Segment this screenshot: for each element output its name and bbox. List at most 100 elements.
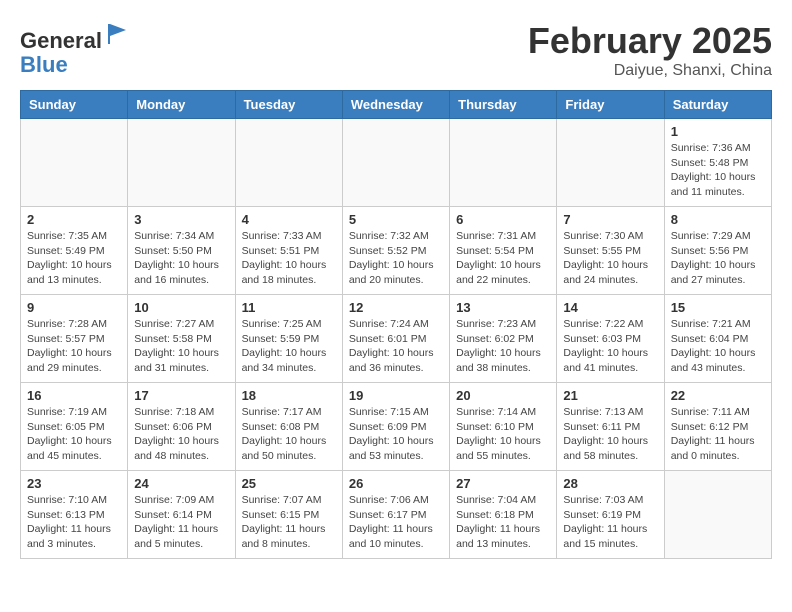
day-info: Sunrise: 7:31 AM Sunset: 5:54 PM Dayligh…	[456, 229, 550, 288]
day-number: 20	[456, 388, 550, 403]
day-number: 23	[27, 476, 121, 491]
calendar-cell	[450, 119, 557, 207]
day-info: Sunrise: 7:03 AM Sunset: 6:19 PM Dayligh…	[563, 493, 657, 552]
day-number: 22	[671, 388, 765, 403]
day-info: Sunrise: 7:11 AM Sunset: 6:12 PM Dayligh…	[671, 405, 765, 464]
day-info: Sunrise: 7:13 AM Sunset: 6:11 PM Dayligh…	[563, 405, 657, 464]
day-info: Sunrise: 7:36 AM Sunset: 5:48 PM Dayligh…	[671, 141, 765, 200]
day-info: Sunrise: 7:14 AM Sunset: 6:10 PM Dayligh…	[456, 405, 550, 464]
day-number: 21	[563, 388, 657, 403]
day-number: 16	[27, 388, 121, 403]
calendar-cell: 12 Sunrise: 7:24 AM Sunset: 6:01 PM Dayli…	[342, 295, 449, 383]
day-number: 8	[671, 212, 765, 227]
calendar-cell: 10 Sunrise: 7:27 AM Sunset: 5:58 PM Dayli…	[128, 295, 235, 383]
day-info: Sunrise: 7:23 AM Sunset: 6:02 PM Dayligh…	[456, 317, 550, 376]
day-number: 6	[456, 212, 550, 227]
day-info: Sunrise: 7:06 AM Sunset: 6:17 PM Dayligh…	[349, 493, 443, 552]
calendar-cell: 9 Sunrise: 7:28 AM Sunset: 5:57 PM Daylig…	[21, 295, 128, 383]
day-info: Sunrise: 7:15 AM Sunset: 6:09 PM Dayligh…	[349, 405, 443, 464]
day-info: Sunrise: 7:07 AM Sunset: 6:15 PM Dayligh…	[242, 493, 336, 552]
calendar-cell: 7Sunrise: 7:30 AM Sunset: 5:55 PM Daylig…	[557, 207, 664, 295]
day-info: Sunrise: 7:34 AM Sunset: 5:50 PM Dayligh…	[134, 229, 228, 288]
weekday-header-thursday: Thursday	[450, 91, 557, 119]
day-number: 10	[134, 300, 228, 315]
weekday-header-monday: Monday	[128, 91, 235, 119]
calendar-week-row: 9 Sunrise: 7:28 AM Sunset: 5:57 PM Daylig…	[21, 295, 772, 383]
day-info: Sunrise: 7:27 AM Sunset: 5:58 PM Dayligh…	[134, 317, 228, 376]
calendar-cell: 20 Sunrise: 7:14 AM Sunset: 6:10 PM Dayli…	[450, 383, 557, 471]
weekday-header-row: SundayMondayTuesdayWednesdayThursdayFrid…	[21, 91, 772, 119]
weekday-header-wednesday: Wednesday	[342, 91, 449, 119]
day-info: Sunrise: 7:04 AM Sunset: 6:18 PM Dayligh…	[456, 493, 550, 552]
calendar-cell: 11 Sunrise: 7:25 AM Sunset: 5:59 PM Dayli…	[235, 295, 342, 383]
calendar-cell: 5 Sunrise: 7:32 AM Sunset: 5:52 PM Daylig…	[342, 207, 449, 295]
calendar-cell	[235, 119, 342, 207]
title-block: February 2025 Daiyue, Shanxi, China	[528, 20, 772, 80]
calendar-cell	[128, 119, 235, 207]
day-number: 25	[242, 476, 336, 491]
logo-flag-icon	[104, 20, 132, 48]
day-number: 12	[349, 300, 443, 315]
day-number: 27	[456, 476, 550, 491]
logo: General Blue	[20, 20, 132, 77]
calendar-cell: 14 Sunrise: 7:22 AM Sunset: 6:03 PM Dayli…	[557, 295, 664, 383]
calendar-cell: 23Sunrise: 7:10 AM Sunset: 6:13 PM Dayli…	[21, 471, 128, 559]
day-number: 15	[671, 300, 765, 315]
day-number: 14	[563, 300, 657, 315]
calendar-week-row: 1 Sunrise: 7:36 AM Sunset: 5:48 PM Daylig…	[21, 119, 772, 207]
calendar-cell: 21 Sunrise: 7:13 AM Sunset: 6:11 PM Dayli…	[557, 383, 664, 471]
calendar-cell: 24Sunrise: 7:09 AM Sunset: 6:14 PM Dayli…	[128, 471, 235, 559]
day-number: 4	[242, 212, 336, 227]
calendar-cell: 22 Sunrise: 7:11 AM Sunset: 6:12 PM Dayli…	[664, 383, 771, 471]
day-number: 5	[349, 212, 443, 227]
calendar-cell	[664, 471, 771, 559]
day-number: 9	[27, 300, 121, 315]
day-info: Sunrise: 7:29 AM Sunset: 5:56 PM Dayligh…	[671, 229, 765, 288]
day-number: 1	[671, 124, 765, 139]
day-number: 19	[349, 388, 443, 403]
calendar-cell: 27 Sunrise: 7:04 AM Sunset: 6:18 PM Dayli…	[450, 471, 557, 559]
day-info: Sunrise: 7:18 AM Sunset: 6:06 PM Dayligh…	[134, 405, 228, 464]
calendar-cell: 18Sunrise: 7:17 AM Sunset: 6:08 PM Dayli…	[235, 383, 342, 471]
calendar-cell: 6 Sunrise: 7:31 AM Sunset: 5:54 PM Daylig…	[450, 207, 557, 295]
day-number: 28	[563, 476, 657, 491]
day-info: Sunrise: 7:35 AM Sunset: 5:49 PM Dayligh…	[27, 229, 121, 288]
calendar-cell: 4Sunrise: 7:33 AM Sunset: 5:51 PM Daylig…	[235, 207, 342, 295]
day-info: Sunrise: 7:22 AM Sunset: 6:03 PM Dayligh…	[563, 317, 657, 376]
page-header: General Blue February 2025 Daiyue, Shanx…	[20, 20, 772, 80]
weekday-header-friday: Friday	[557, 91, 664, 119]
calendar-week-row: 2Sunrise: 7:35 AM Sunset: 5:49 PM Daylig…	[21, 207, 772, 295]
calendar-cell: 2Sunrise: 7:35 AM Sunset: 5:49 PM Daylig…	[21, 207, 128, 295]
day-info: Sunrise: 7:32 AM Sunset: 5:52 PM Dayligh…	[349, 229, 443, 288]
day-info: Sunrise: 7:17 AM Sunset: 6:08 PM Dayligh…	[242, 405, 336, 464]
day-number: 3	[134, 212, 228, 227]
logo-general: General	[20, 28, 102, 53]
calendar-cell: 25 Sunrise: 7:07 AM Sunset: 6:15 PM Dayli…	[235, 471, 342, 559]
calendar-cell: 26 Sunrise: 7:06 AM Sunset: 6:17 PM Dayli…	[342, 471, 449, 559]
day-number: 24	[134, 476, 228, 491]
day-number: 26	[349, 476, 443, 491]
calendar-week-row: 23Sunrise: 7:10 AM Sunset: 6:13 PM Dayli…	[21, 471, 772, 559]
weekday-header-sunday: Sunday	[21, 91, 128, 119]
calendar-cell	[557, 119, 664, 207]
day-info: Sunrise: 7:28 AM Sunset: 5:57 PM Dayligh…	[27, 317, 121, 376]
day-number: 13	[456, 300, 550, 315]
day-number: 17	[134, 388, 228, 403]
calendar-cell: 3 Sunrise: 7:34 AM Sunset: 5:50 PM Daylig…	[128, 207, 235, 295]
logo-blue: Blue	[20, 52, 68, 77]
calendar-week-row: 16 Sunrise: 7:19 AM Sunset: 6:05 PM Dayli…	[21, 383, 772, 471]
calendar-cell: 8 Sunrise: 7:29 AM Sunset: 5:56 PM Daylig…	[664, 207, 771, 295]
day-number: 11	[242, 300, 336, 315]
day-info: Sunrise: 7:25 AM Sunset: 5:59 PM Dayligh…	[242, 317, 336, 376]
day-info: Sunrise: 7:24 AM Sunset: 6:01 PM Dayligh…	[349, 317, 443, 376]
calendar-cell: 15 Sunrise: 7:21 AM Sunset: 6:04 PM Dayli…	[664, 295, 771, 383]
calendar-cell: 17 Sunrise: 7:18 AM Sunset: 6:06 PM Dayli…	[128, 383, 235, 471]
day-info: Sunrise: 7:21 AM Sunset: 6:04 PM Dayligh…	[671, 317, 765, 376]
calendar-cell	[342, 119, 449, 207]
month-title: February 2025	[528, 20, 772, 62]
day-info: Sunrise: 7:19 AM Sunset: 6:05 PM Dayligh…	[27, 405, 121, 464]
day-number: 7	[563, 212, 657, 227]
calendar-cell: 16 Sunrise: 7:19 AM Sunset: 6:05 PM Dayli…	[21, 383, 128, 471]
weekday-header-saturday: Saturday	[664, 91, 771, 119]
calendar-cell: 1 Sunrise: 7:36 AM Sunset: 5:48 PM Daylig…	[664, 119, 771, 207]
